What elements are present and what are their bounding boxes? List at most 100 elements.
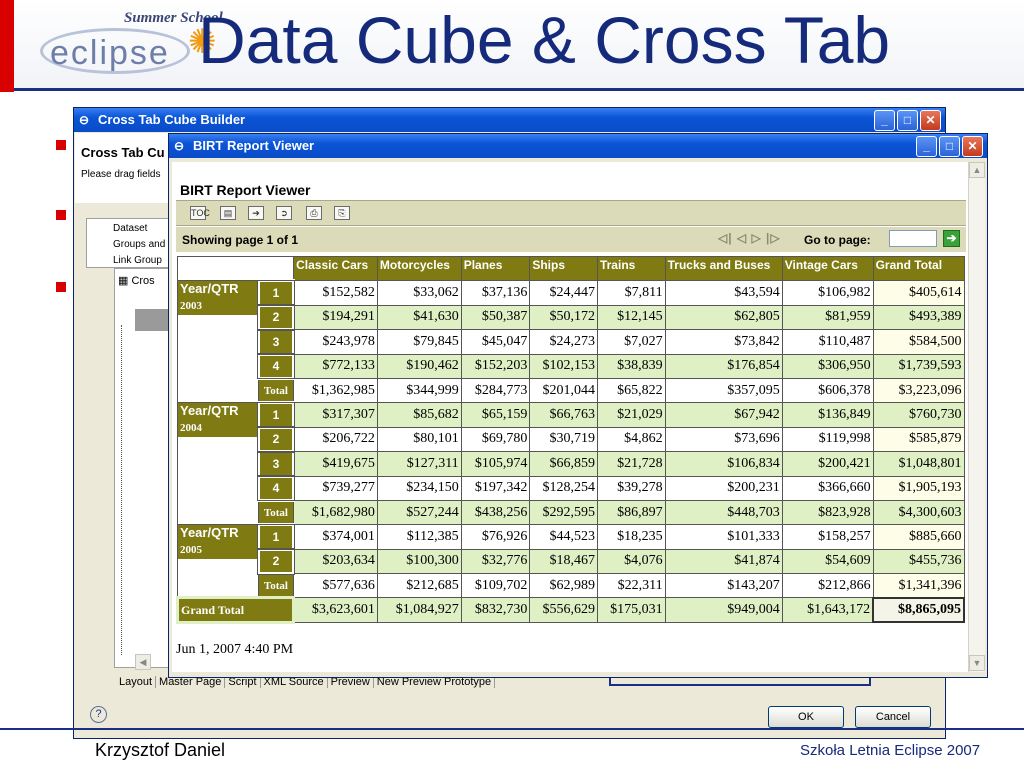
quarter-cell: 1 <box>256 401 296 429</box>
report-viewer-titlebar[interactable]: ⊖ BIRT Report Viewer _ □ ✕ <box>169 134 987 158</box>
value-cell: $110,487 <box>781 329 874 355</box>
export-data-icon[interactable]: ➔ <box>248 206 264 220</box>
grand-total-cell: $556,629 <box>529 597 598 623</box>
editor-tab[interactable]: ▦ Cros <box>118 274 155 287</box>
table-row: 3 $419,675 $127,311 $105,974 $66,859 $21,728 $… <box>178 450 965 478</box>
vertical-scrollbar[interactable]: ▲ ▼ <box>968 162 985 672</box>
tree-item-dataset[interactable]: Dataset <box>113 223 147 234</box>
red-accent-bar <box>0 0 14 92</box>
value-cell: $67,942 <box>664 402 783 428</box>
value-cell: $306,950 <box>781 353 874 379</box>
page-navigation[interactable]: ◁| ◁ ▷ |▷ <box>718 231 781 245</box>
year-header-label: Year/QTR <box>178 403 257 421</box>
total-value-cell: $201,044 <box>529 377 598 404</box>
total-value-cell: $823,928 <box>781 499 874 526</box>
tree-item-link-group[interactable]: Link Group <box>113 255 162 266</box>
column-header: Grand Total <box>872 255 965 282</box>
total-value-cell: $292,595 <box>529 499 598 526</box>
cancel-button[interactable]: Cancel <box>855 706 931 728</box>
goto-label: Go to page: <box>804 233 871 247</box>
total-value-cell: $3,223,096 <box>872 377 965 404</box>
value-cell: $203,634 <box>293 548 378 575</box>
value-cell: $12,145 <box>596 304 666 331</box>
value-cell: $54,609 <box>781 548 874 575</box>
print-server-icon[interactable]: ⎘ <box>334 206 350 220</box>
crosstab-table: Classic Cars Motorcycles Planes Ships Trains… <box>175 255 965 624</box>
cube-builder-description: Please drag fields <box>81 169 161 180</box>
year-value: 2003 <box>178 298 257 316</box>
grand-total-cell: $3,623,601 <box>293 597 378 623</box>
scroll-up-button[interactable]: ▲ <box>969 162 985 178</box>
quarter-cell: 4 <box>256 474 296 502</box>
footer-divider <box>0 728 1024 730</box>
total-value-cell: $284,773 <box>460 377 531 404</box>
value-cell: $66,859 <box>529 451 598 477</box>
help-icon[interactable]: ? <box>90 706 107 723</box>
value-cell: $760,730 <box>872 402 965 428</box>
goto-page-input[interactable] <box>889 230 937 247</box>
total-value-cell: $22,311 <box>596 573 666 599</box>
editor-tab-label: Cros <box>131 275 155 287</box>
toc-icon[interactable]: TOC <box>190 206 210 220</box>
close-button[interactable]: ✕ <box>920 110 941 131</box>
quarter-cell: 1 <box>256 279 296 307</box>
total-value-cell: $577,636 <box>293 573 378 599</box>
value-cell: $7,027 <box>596 329 666 355</box>
bullet-marker <box>56 140 66 150</box>
value-cell: $374,001 <box>293 524 378 550</box>
bullet-marker <box>56 282 66 292</box>
ok-button[interactable]: OK <box>768 706 844 728</box>
value-cell: $1,739,593 <box>872 353 965 379</box>
value-cell: $194,291 <box>293 304 378 331</box>
table-row: 3 $243,978 $79,845 $45,047 $24,273 $7,027 $73,… <box>178 328 965 356</box>
parameters-icon[interactable]: ▤ <box>220 206 236 220</box>
export-report-icon[interactable]: ➲ <box>276 206 292 220</box>
year-total-row: Total $577,636 $212,685 $109,702 $62,989 $22,… <box>178 573 965 599</box>
print-icon[interactable]: ⎙ <box>306 206 322 220</box>
cube-builder-titlebar[interactable]: ⊖ Cross Tab Cube Builder _ □ ✕ <box>74 108 945 132</box>
value-cell: $4,862 <box>596 426 666 453</box>
total-value-cell: $1,682,980 <box>293 499 378 526</box>
value-cell: $419,675 <box>293 451 378 477</box>
report-viewer-window: ⊖ BIRT Report Viewer _ □ ✕ BIRT Report V… <box>168 133 988 678</box>
total-value-cell: $448,703 <box>664 499 783 526</box>
value-cell: $152,582 <box>293 280 378 306</box>
value-cell: $24,447 <box>529 280 598 306</box>
grand-total-cell: $8,865,095 <box>872 596 965 624</box>
corner-cell <box>176 255 295 282</box>
close-button[interactable]: ✕ <box>962 136 983 157</box>
value-cell: $584,500 <box>872 329 965 355</box>
total-label-cell: Total <box>257 499 295 526</box>
quarter-cell: 1 <box>256 523 296 551</box>
year-header-label: Year/QTR <box>178 525 257 543</box>
value-cell: $45,047 <box>460 329 531 355</box>
value-cell: $206,722 <box>293 426 378 453</box>
value-cell: $243,978 <box>293 329 378 355</box>
table-row: 4 $739,277 $234,150 $197,342 $128,254 $39,278… <box>178 474 965 502</box>
goto-page-button[interactable]: ➔ <box>943 230 960 247</box>
grand-total-cell: $1,084,927 <box>376 597 462 623</box>
tree-item-groups[interactable]: Groups and <box>113 239 165 250</box>
value-cell: $18,235 <box>596 524 666 550</box>
value-cell: $405,614 <box>872 280 965 306</box>
value-cell: $44,523 <box>529 524 598 550</box>
scroll-left-button[interactable]: ◀ <box>135 654 151 670</box>
maximize-button[interactable]: □ <box>897 110 918 131</box>
value-cell: $38,839 <box>596 353 666 379</box>
value-cell: $317,307 <box>293 402 378 428</box>
eclipse-logo-word: eclipse <box>50 34 170 72</box>
table-row: 2 $203,634 $100,300 $32,776 $18,467 $4,076 $41… <box>178 547 965 576</box>
value-cell: $136,849 <box>781 402 874 428</box>
maximize-button[interactable]: □ <box>939 136 960 157</box>
minimize-button[interactable]: _ <box>874 110 895 131</box>
scroll-down-button[interactable]: ▼ <box>969 655 985 671</box>
value-cell: $885,660 <box>872 524 965 550</box>
value-cell: $105,974 <box>460 451 531 477</box>
value-cell: $21,728 <box>596 451 666 477</box>
minimize-button[interactable]: _ <box>916 136 937 157</box>
value-cell: $43,594 <box>664 280 783 306</box>
quarter-cell: 3 <box>256 450 296 478</box>
report-viewer-title: BIRT Report Viewer <box>193 138 315 153</box>
value-cell: $197,342 <box>460 475 531 501</box>
tab-layout[interactable]: Layout <box>116 676 157 688</box>
